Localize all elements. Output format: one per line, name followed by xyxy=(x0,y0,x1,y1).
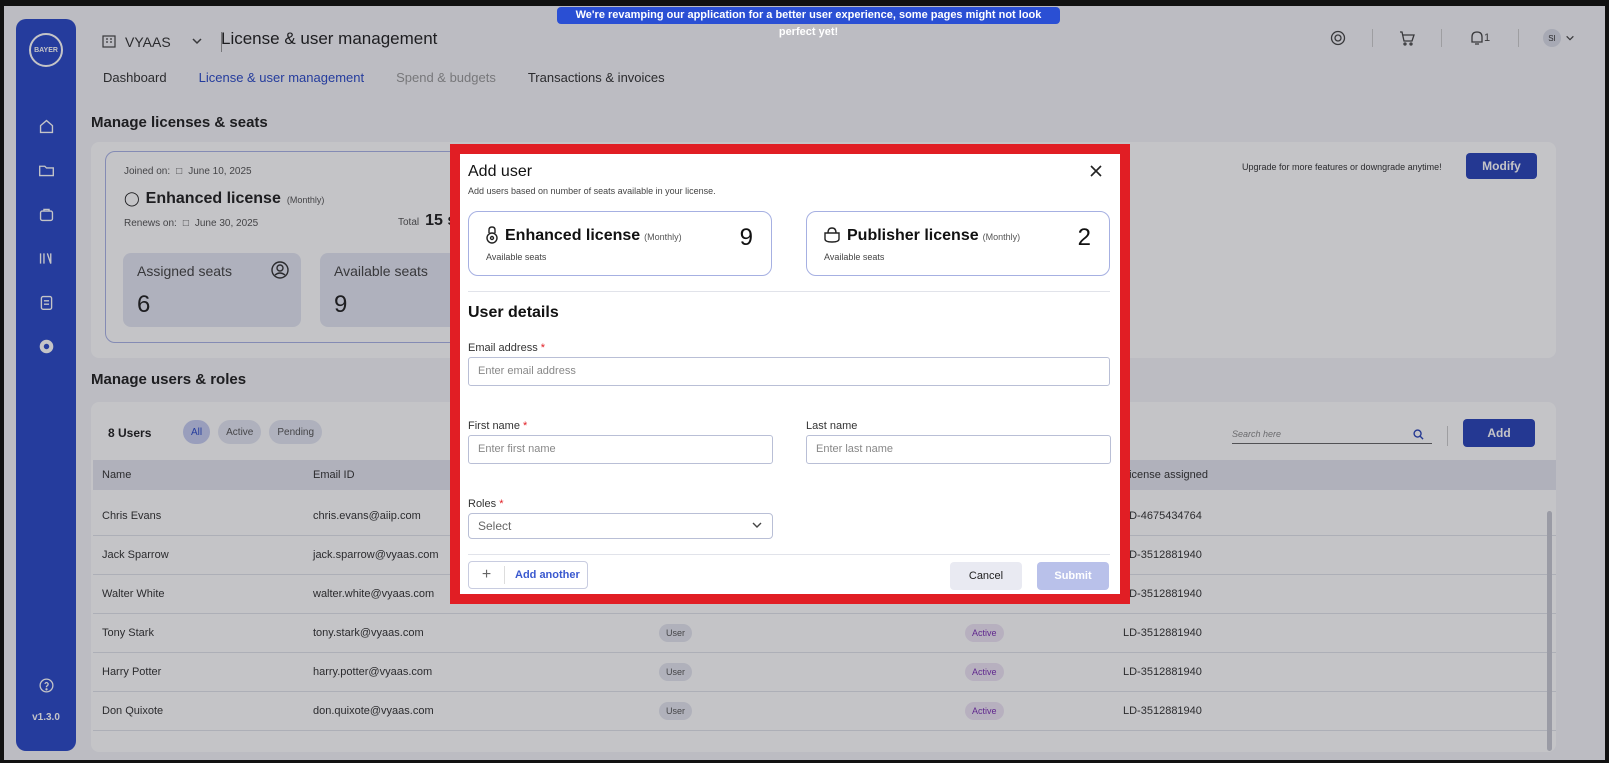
last-name-label: Last name xyxy=(806,420,858,432)
roles-select[interactable]: Select xyxy=(468,513,773,539)
license-card-period: (Monthly) xyxy=(644,232,682,242)
add-user-modal-highlight: Add user Add users based on number of se… xyxy=(450,144,1130,604)
modal-footer-divider xyxy=(468,554,1110,555)
last-name-field[interactable]: Enter last name xyxy=(806,435,1111,464)
add-another-button[interactable]: + Add another xyxy=(468,561,588,589)
plus-icon: + xyxy=(469,566,505,584)
modal-title: Add user xyxy=(468,163,533,180)
license-card-seats: 2 xyxy=(1077,224,1091,251)
roles-select-value: Select xyxy=(478,519,512,533)
email-field[interactable]: Enter email address xyxy=(468,357,1110,386)
roles-label: Roles * xyxy=(468,498,503,510)
first-name-field[interactable]: Enter first name xyxy=(468,435,773,464)
first-name-label: First name * xyxy=(468,420,527,432)
required-mark: * xyxy=(499,498,504,510)
cancel-button[interactable]: Cancel xyxy=(950,562,1022,590)
app-frame: We're revamping our application for a be… xyxy=(4,6,1605,760)
roles-label-text: Roles xyxy=(468,498,497,510)
license-card-name: Publisher license (Monthly) xyxy=(847,227,1020,245)
first-name-label-text: First name xyxy=(468,420,520,432)
close-icon[interactable] xyxy=(1088,163,1104,179)
email-label-text: Email address xyxy=(468,342,538,354)
lock-icon xyxy=(485,226,501,244)
revamp-banner: We're revamping our application for a be… xyxy=(557,7,1060,38)
required-mark: * xyxy=(540,342,546,354)
required-mark: * xyxy=(523,420,528,432)
add-another-label: Add another xyxy=(515,569,580,581)
add-user-modal: Add user Add users based on number of se… xyxy=(460,154,1120,594)
modal-divider xyxy=(468,291,1110,292)
user-details-title: User details xyxy=(468,304,559,321)
license-card-name: Enhanced license (Monthly) xyxy=(505,227,682,245)
publisher-icon xyxy=(823,226,840,244)
submit-button[interactable]: Submit xyxy=(1037,562,1109,590)
email-label: Email address * xyxy=(468,342,545,354)
license-card-title: Enhanced license xyxy=(505,227,641,244)
license-card-seats: 9 xyxy=(739,224,753,251)
license-card-seats-label: Available seats xyxy=(486,252,547,262)
chevron-down-icon xyxy=(751,515,763,539)
publisher-license-card[interactable]: Publisher license (Monthly) Available sea… xyxy=(806,211,1110,276)
license-card-period: (Monthly) xyxy=(982,232,1021,242)
license-card-title: Publisher license xyxy=(847,227,979,244)
license-card-seats-label: Available seats xyxy=(824,252,885,262)
modal-subtitle: Add users based on number of seats avail… xyxy=(468,186,716,196)
enhanced-license-card[interactable]: Enhanced license (Monthly) Available seat… xyxy=(468,211,772,276)
